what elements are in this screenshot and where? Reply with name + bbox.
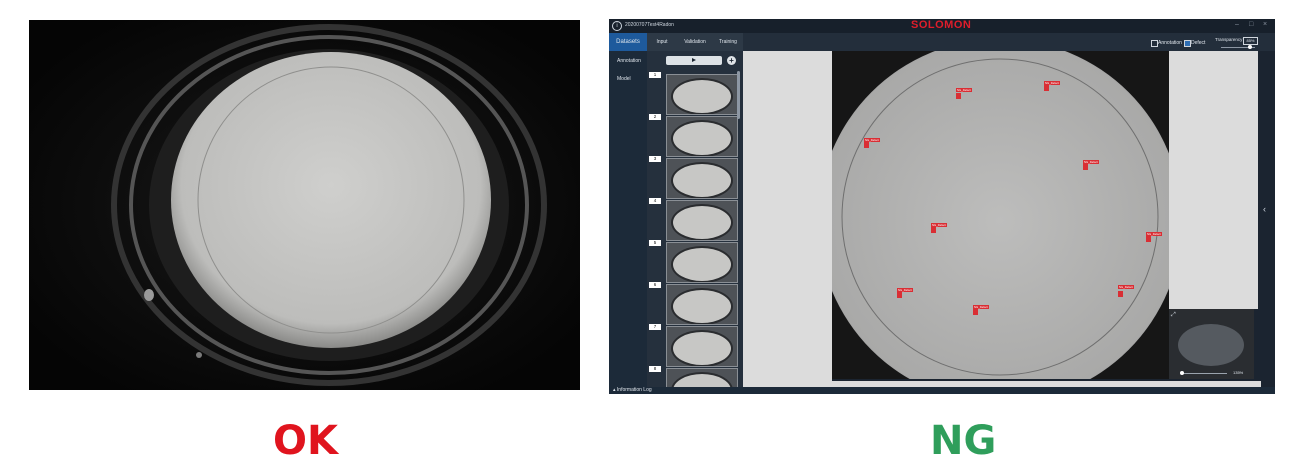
viewer-right-margin [1169,51,1258,309]
sidebar [609,51,647,387]
ng-sample-image[interactable] [832,51,1169,379]
defect-marker[interactable] [864,142,869,148]
play-icon [692,58,696,62]
ok-sample-image [29,20,580,390]
annotation-toggle-label: Annotation [1158,40,1182,46]
info-log-label[interactable]: ▴ Information Log [613,387,652,394]
defect-marker[interactable] [897,292,902,298]
defect-marker[interactable] [931,227,936,233]
defect-marker[interactable] [956,93,961,99]
thumbnail-number: 1 [649,72,661,78]
defect-label: NG_Defect [1044,81,1060,85]
tab-datasets[interactable]: Datasets [609,33,647,51]
zoom-level: 135% [1233,370,1244,375]
transparency-slider-knob[interactable] [1248,45,1252,49]
chevron-up-icon[interactable]: ▴ [613,387,616,393]
ng-disk-graphic [832,51,1169,379]
thumbnail-item[interactable] [666,158,738,199]
defect-label: NG_Defect [1083,160,1099,164]
thumbnail-number: 2 [649,114,661,120]
defect-marker[interactable] [973,309,978,315]
zoom-slider[interactable] [1183,373,1227,374]
right-panel-strip [1258,51,1275,387]
defect-label: NG_Defect [973,305,989,309]
defect-marker[interactable] [1118,291,1123,297]
tab-training[interactable]: Training [713,33,743,51]
tab-validation[interactable]: Validation [677,33,713,51]
transparency-label: Transparency [1215,37,1243,42]
maximize-icon[interactable]: □ [1249,21,1253,28]
ok-caption: OK [273,418,338,464]
sidebar-item-model[interactable]: Model [617,76,631,82]
thumbnail-item[interactable] [666,74,738,115]
transparency-value[interactable]: 85% [1243,37,1258,45]
tab-input[interactable]: Input [647,33,677,51]
expand-icon[interactable]: ⤢ [1171,312,1176,319]
thumbnail-item[interactable] [666,116,738,157]
thumbnail-scrollbar[interactable] [737,71,740,119]
defect-toggle-label: Defect [1191,40,1206,46]
minimap-preview[interactable] [1178,324,1244,366]
thumbnail-number: 3 [649,156,661,162]
sidebar-item-annotation[interactable]: Annotation [617,58,641,64]
plus-icon[interactable]: + [727,56,736,65]
defect-label: NG_Defect [1146,232,1162,236]
window-title: 20200707Test4Radon [625,22,674,28]
thumbnail-item[interactable] [666,200,738,241]
defect-checkbox[interactable] [1184,40,1191,47]
close-icon[interactable]: × [1263,21,1267,28]
thumbnail-item[interactable] [666,326,738,367]
brand-logo: SOLOMON [911,19,972,31]
defect-label: NG_Defect [1118,285,1134,289]
defect-label: NG_Defect [956,88,972,92]
zoom-slider-knob[interactable] [1180,371,1184,375]
defect-marker[interactable] [1146,236,1151,242]
defect-label: NG_Defect [864,138,880,142]
viewer-left-margin [743,51,832,381]
solomon-app-window: i 20200707Test4Radon SOLOMON – □ × Datas… [609,19,1275,394]
info-log-bar[interactable] [609,387,1275,394]
ok-disk-graphic [29,20,580,390]
thumbnail-number: 6 [649,282,661,288]
thumbnail-item[interactable] [666,284,738,325]
defect-label: NG_Defect [931,223,947,227]
info-icon[interactable]: i [612,21,622,31]
thumbnail-number: 8 [649,366,661,372]
thumbnail-item[interactable] [666,242,738,283]
defect-marker[interactable] [1083,164,1088,170]
defect-marker[interactable] [1044,85,1049,91]
minimize-icon[interactable]: – [1235,21,1239,28]
thumbnail-number: 5 [649,240,661,246]
chevron-left-icon[interactable]: ‹ [1263,204,1266,214]
defect-label: NG_Defect [897,288,913,292]
thumbnail-number: 7 [649,324,661,330]
annotation-checkbox[interactable] [1151,40,1158,47]
ng-caption: NG [930,418,997,464]
thumbnail-number: 4 [649,198,661,204]
